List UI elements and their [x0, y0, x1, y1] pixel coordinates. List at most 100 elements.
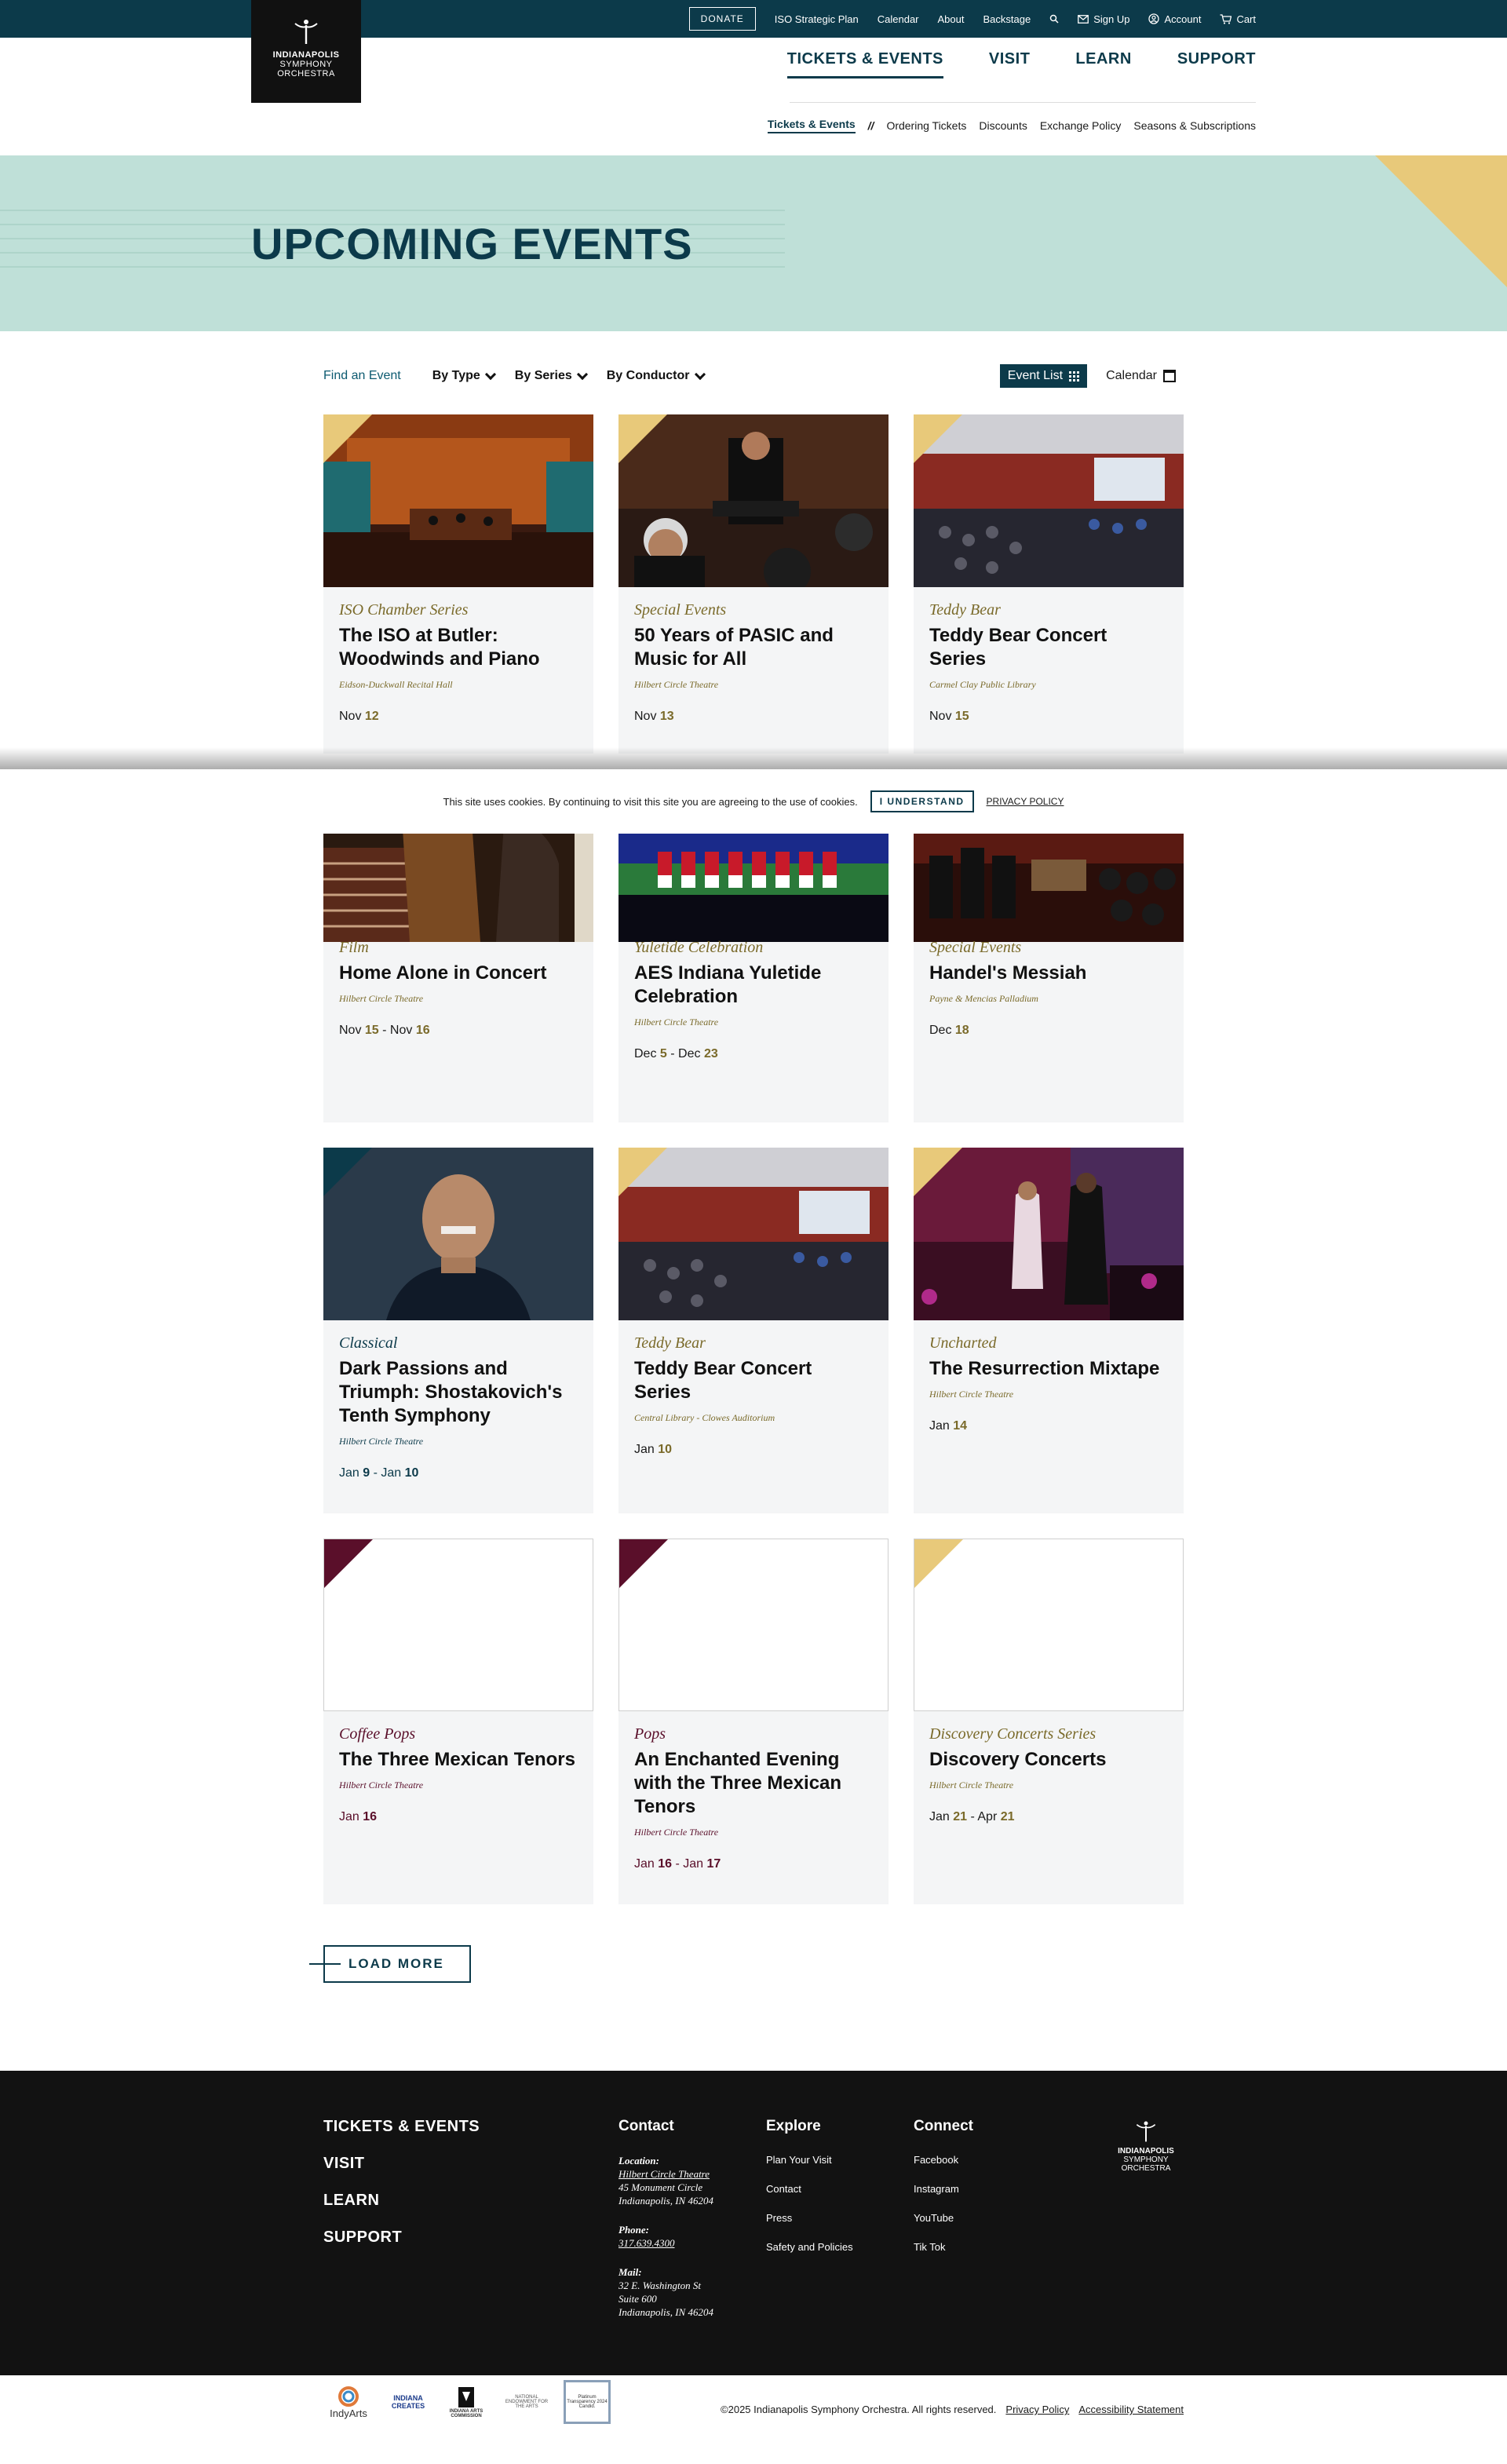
footer-bottom: IndyArts INDIANA CREATES INDIANA ARTS CO… [0, 2375, 1507, 2464]
util-link-backstage[interactable]: Backstage [983, 13, 1031, 25]
main-nav-support[interactable]: SUPPORT [1177, 50, 1256, 76]
event-list-view-button[interactable]: Event List [999, 364, 1088, 388]
footer-link-facebook[interactable]: Facebook [914, 2154, 1039, 2166]
sub-nav-tickets-events[interactable]: Tickets & Events [767, 118, 856, 133]
sponsor-logo-indiana-arts-commission: INDIANA ARTS COMMISSION [443, 2380, 490, 2424]
event-date: Nov 15 [929, 710, 969, 723]
event-title: Teddy Bear Concert Series [634, 1358, 812, 1403]
main-nav-visit[interactable]: VISIT [989, 50, 1031, 76]
event-venue: Hilbert Circle Theatre [929, 1780, 1014, 1791]
event-category: Discovery Concerts Series [929, 1725, 1096, 1743]
event-venue: Payne & Mencias Palladium [929, 993, 1038, 1004]
event-card[interactable]: Coffee Pops The Three Mexican Tenors Hil… [323, 1539, 593, 1904]
series-flag [914, 1148, 962, 1196]
location-link[interactable]: Hilbert Circle Theatre [618, 2168, 710, 2180]
donate-button[interactable]: DONATE [688, 7, 756, 31]
sub-nav-seasons-subscriptions[interactable]: Seasons & Subscriptions [1133, 119, 1256, 132]
iso-logo[interactable]: INDIANAPOLIS SYMPHONY ORCHESTRA [251, 0, 361, 103]
series-flag [619, 1539, 668, 1588]
contact-mail: Mail: 32 E. Washington St Suite 600 Indi… [618, 2266, 713, 2318]
event-category: Uncharted [929, 1334, 997, 1352]
load-more-button[interactable]: LOAD MORE [323, 1945, 471, 1983]
event-card[interactable]: Special Events 50 Years of PASIC and Mus… [618, 414, 889, 754]
account-link[interactable]: Account [1148, 13, 1201, 25]
event-image-placeholder [323, 1539, 593, 1711]
footer-link-press[interactable]: Press [766, 2212, 892, 2224]
footer-link-plan-visit[interactable]: Plan Your Visit [766, 2154, 892, 2166]
event-filter-bar: Find an Event By Type By Series By Condu… [323, 363, 1184, 389]
sub-nav-ordering-tickets[interactable]: Ordering Tickets [886, 119, 966, 132]
calendar-view-button[interactable]: Calendar [1098, 364, 1184, 388]
cart-icon [1220, 13, 1232, 24]
series-flag [914, 1539, 963, 1588]
search-icon[interactable] [1049, 14, 1059, 24]
event-card[interactable]: Discovery Concerts Series Discovery Conc… [914, 1539, 1184, 1904]
event-card[interactable]: Pops An Enchanted Evening with the Three… [618, 1539, 889, 1904]
footer-link-safety[interactable]: Safety and Policies [766, 2241, 892, 2253]
sub-nav-exchange-policy[interactable]: Exchange Policy [1040, 119, 1122, 132]
utility-bar: DONATE ISO Strategic Plan Calendar About… [0, 0, 1507, 38]
event-date: Nov 15 - Nov 16 [339, 1024, 430, 1037]
event-category: ISO Chamber Series [339, 601, 469, 619]
footer-link-tiktok[interactable]: Tik Tok [914, 2241, 1039, 2253]
footer-link-instagram[interactable]: Instagram [914, 2183, 1039, 2195]
filter-by-conductor[interactable]: By Conductor [607, 368, 707, 383]
footer-iso-logo[interactable]: INDIANAPOLIS SYMPHONY ORCHESTRA [1107, 2118, 1185, 2173]
conductor-figure-icon [294, 20, 318, 44]
footer-connect: Connect Facebook Instagram YouTube Tik T… [914, 2118, 1039, 2270]
accessibility-statement-link[interactable]: Accessibility Statement [1078, 2404, 1184, 2415]
privacy-policy-link[interactable]: PRIVACY POLICY [987, 796, 1064, 807]
copyright: ©2025 Indianapolis Symphony Orchestra. A… [721, 2404, 1184, 2415]
footer-explore-heading: Explore [766, 2118, 821, 2134]
event-category: Teddy Bear [634, 1334, 706, 1352]
event-card[interactable]: Uncharted The Resurrection Mixtape Hilbe… [914, 1148, 1184, 1513]
phone-link[interactable]: 317.639.4300 [618, 2237, 675, 2249]
footer-nav-learn[interactable]: LEARN [323, 2192, 480, 2210]
copyright-text: ©2025 Indianapolis Symphony Orchestra. A… [721, 2404, 997, 2415]
event-card[interactable]: Classical Dark Passions and Triumph: Sho… [323, 1148, 593, 1513]
sponsor-logo-indyarts: IndyArts [323, 2380, 374, 2424]
footer-nav-support[interactable]: SUPPORT [323, 2229, 480, 2247]
event-venue: Hilbert Circle Theatre [339, 1436, 424, 1447]
event-venue: Hilbert Circle Theatre [929, 1389, 1014, 1400]
event-category: Special Events [634, 601, 727, 619]
event-venue: Eidson-Duckwall Recital Hall [339, 679, 453, 690]
main-nav-tickets-events[interactable]: TICKETS & EVENTS [786, 50, 943, 78]
sign-up-link[interactable]: Sign Up [1078, 13, 1129, 25]
footer-link-youtube[interactable]: YouTube [914, 2212, 1039, 2224]
filter-by-series[interactable]: By Series [515, 368, 589, 383]
cookie-message: This site uses cookies. By continuing to… [443, 795, 858, 808]
contact-location: Location: Hilbert Circle Theatre 45 Monu… [618, 2155, 713, 2207]
footer-nav-tickets-events[interactable]: TICKETS & EVENTS [323, 2118, 480, 2136]
main-nav-learn[interactable]: LEARN [1075, 50, 1131, 76]
footer-nav-visit[interactable]: VISIT [323, 2155, 480, 2173]
event-venue: Hilbert Circle Theatre [634, 1017, 719, 1028]
footer-privacy-policy-link[interactable]: Privacy Policy [1005, 2404, 1069, 2415]
event-image [323, 414, 593, 587]
event-title: Home Alone in Concert [339, 962, 547, 984]
event-card[interactable]: Teddy Bear Teddy Bear Concert Series Cen… [618, 1148, 889, 1513]
footer-link-contact[interactable]: Contact [766, 2183, 892, 2195]
util-link-calendar[interactable]: Calendar [878, 13, 919, 25]
account-icon [1148, 13, 1160, 24]
event-date: Jan 16 [339, 1810, 378, 1823]
mail-icon [1078, 14, 1089, 24]
hero-banner: UPCOMING EVENTS [0, 155, 1507, 331]
util-link-strategic-plan[interactable]: ISO Strategic Plan [775, 13, 859, 25]
footer-explore: Explore Plan Your Visit Contact Press Sa… [766, 2118, 892, 2270]
footer-nav: TICKETS & EVENTS VISIT LEARN SUPPORT [323, 2118, 480, 2247]
event-category: Teddy Bear [929, 601, 1001, 619]
cart-link[interactable]: Cart [1220, 13, 1256, 25]
event-card[interactable]: Teddy Bear Teddy Bear Concert Series Car… [914, 414, 1184, 754]
event-image-placeholder [618, 1539, 889, 1711]
event-card[interactable]: ISO Chamber Series The ISO at Butler: Wo… [323, 414, 593, 754]
filter-by-type[interactable]: By Type [432, 368, 498, 383]
event-venue: Hilbert Circle Theatre [634, 679, 719, 690]
event-image-placeholder [914, 1539, 1184, 1711]
sub-nav-discounts[interactable]: Discounts [979, 119, 1027, 132]
util-link-about[interactable]: About [938, 13, 965, 25]
series-flag [914, 414, 962, 463]
cookie-accept-button[interactable]: I UNDERSTAND [870, 790, 974, 812]
cart-label: Cart [1236, 13, 1256, 25]
event-title: Discovery Concerts [929, 1749, 1107, 1770]
